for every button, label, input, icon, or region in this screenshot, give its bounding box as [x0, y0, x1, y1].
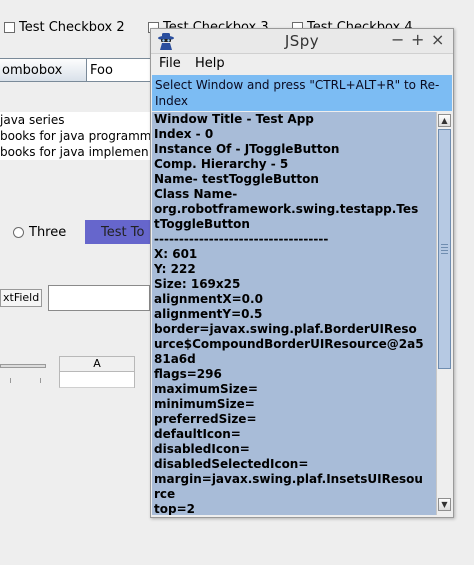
detail-line: alignmentY=0.5 — [154, 307, 263, 321]
detail-line: ----------------------------------- — [154, 232, 329, 246]
detail-line: alignmentX=0.0 — [154, 292, 263, 306]
scroll-down-icon[interactable]: ▼ — [438, 498, 451, 511]
detail-line: Size: 169x25 — [154, 277, 241, 291]
slider-track[interactable] — [0, 364, 46, 368]
detail-line: margin=javax.swing.plaf.InsetsUIResou — [154, 472, 423, 486]
detail-line: top=2 — [154, 502, 195, 515]
table-header-a[interactable]: A — [59, 356, 135, 372]
list-item[interactable]: java series — [0, 112, 152, 128]
detail-line: Window Title - Test App — [154, 112, 314, 126]
info-bar: Select Window and press "CTRL+ALT+R" to … — [152, 75, 452, 111]
window-title: JSpy — [284, 32, 320, 50]
list-item[interactable]: books for java implemen — [0, 144, 152, 160]
detail-line: Index - 0 — [154, 127, 214, 141]
radio-three[interactable]: Three — [13, 225, 66, 240]
detail-line: flags=296 — [154, 367, 222, 381]
combobox-value: Foo — [90, 62, 113, 78]
detail-line: urce$CompoundBorderUIResource@2a5 — [154, 337, 424, 351]
test-toggle-button-label: Test To — [101, 224, 145, 240]
detail-line: Y: 222 — [154, 262, 196, 276]
scroll-thumb[interactable] — [438, 129, 451, 369]
textfield-label-text: xtField — [3, 291, 40, 304]
detail-line: org.robotframework.swing.testapp.Tes — [154, 202, 419, 216]
checkbox-2-box[interactable] — [4, 22, 15, 33]
detail-line: defaultIcon= — [154, 427, 241, 441]
detail-line: disabledIcon= — [154, 442, 250, 456]
combobox-button[interactable]: ombobox — [0, 58, 94, 82]
menu-bar: File Help — [151, 54, 453, 74]
maximize-icon[interactable]: + — [411, 31, 424, 49]
detail-line: Name- testToggleButton — [154, 172, 319, 186]
detail-line: Class Name- — [154, 187, 238, 201]
scroll-up-icon[interactable]: ▲ — [438, 114, 451, 127]
checkbox-2[interactable]: Test Checkbox 2 — [4, 20, 125, 35]
table-column-divider — [134, 356, 150, 388]
table-header-a-label: A — [93, 357, 101, 370]
info-text: Select Window and press "CTRL+ALT+R" to … — [155, 78, 440, 108]
detail-line: disabledSelectedIcon= — [154, 457, 309, 471]
detail-line: rce — [154, 487, 176, 501]
detail-line: X: 601 — [154, 247, 198, 261]
menu-help[interactable]: Help — [195, 56, 225, 71]
detail-line: maximumSize= — [154, 382, 258, 396]
title-bar[interactable]: JSpy − + × — [151, 29, 453, 54]
slider-tick — [10, 378, 11, 383]
jspy-window: JSpy − + × File Help Select Window and p… — [150, 28, 454, 518]
radio-three-label: Three — [29, 225, 67, 240]
test-toggle-button[interactable]: Test To — [85, 220, 151, 244]
detail-line: 81a6d — [154, 352, 196, 366]
minimize-icon[interactable]: − — [391, 31, 404, 49]
checkbox-2-label: Test Checkbox 2 — [19, 20, 125, 35]
detail-line: Comp. Hierarchy - 5 — [154, 157, 289, 171]
radio-three-dot[interactable] — [13, 227, 24, 238]
vertical-scrollbar[interactable]: ▲ ▼ — [436, 112, 452, 515]
detail-line: border=javax.swing.plaf.BorderUIReso — [154, 322, 417, 336]
text-field[interactable] — [48, 285, 150, 311]
detail-line: preferredSize= — [154, 412, 257, 426]
book-list[interactable]: java series books for java programm book… — [0, 112, 152, 160]
slider-tick — [40, 378, 41, 383]
textfield-label: xtField — [0, 289, 42, 307]
detail-line: Instance Of - JToggleButton — [154, 142, 340, 156]
combobox-button-label: ombobox — [2, 62, 63, 78]
list-item[interactable]: books for java programm — [0, 128, 152, 144]
combobox-field[interactable]: Foo — [86, 58, 152, 82]
table-cell[interactable] — [59, 372, 135, 388]
details-pane[interactable]: Window Title - Test App Index - 0 Instance… — [152, 112, 436, 515]
menu-file[interactable]: File — [159, 56, 181, 71]
detail-line: minimumSize= — [154, 397, 255, 411]
detail-line: tToggleButton — [154, 217, 250, 231]
close-icon[interactable]: × — [431, 31, 444, 49]
